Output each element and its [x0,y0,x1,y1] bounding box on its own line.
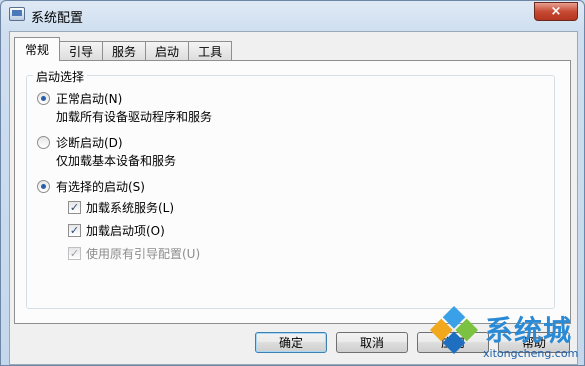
normal-startup-label: 正常启动(N) [56,92,123,106]
app-icon [9,7,25,21]
startup-selection-legend: 启动选择 [33,68,88,85]
ok-button[interactable]: 确定 [255,332,327,353]
radio-selected-icon[interactable] [37,92,50,105]
diagnostic-startup-label: 诊断启动(D) [56,136,123,150]
window-title: 系统配置 [31,11,84,26]
tab-startup[interactable]: 启动 [145,41,190,61]
radio-selected-icon[interactable] [37,180,50,193]
title-bar[interactable]: 系统配置 × [1,1,584,29]
load-system-services-label: 加载系统服务(L) [86,201,175,215]
load-startup-items-checkbox[interactable]: ✓ 加载启动项(O) [68,222,165,239]
tab-strip: 常规 引导 服务 启动 工具 [14,37,233,61]
diagnostic-startup-description: 仅加载基本设备和服务 [56,154,177,168]
checkbox-checked-disabled-icon: ✓ [68,247,81,260]
close-button[interactable]: × [534,2,578,21]
load-startup-items-label: 加载启动项(O) [86,224,165,238]
xitongcheng-logo-icon [429,305,479,355]
tab-general[interactable]: 常规 [14,37,61,61]
startup-selection-group: 启动选择 正常启动(N) 加载所有设备驱动程序和服务 诊断启动(D) 仅加载基本… [26,68,555,309]
radio-unselected-icon[interactable] [37,136,50,149]
checkbox-checked-icon[interactable]: ✓ [68,201,81,214]
use-original-boot-config-checkbox: ✓ 使用原有引导配置(U) [68,245,200,262]
normal-startup-description: 加载所有设备驱动程序和服务 [56,110,213,124]
cancel-button[interactable]: 取消 [336,332,408,353]
tab-services[interactable]: 服务 [102,41,147,61]
checkbox-checked-icon[interactable]: ✓ [68,224,81,237]
xitongcheng-watermark: 系统城 xitongcheng.com [423,303,585,366]
use-original-boot-config-label: 使用原有引导配置(U) [86,247,201,261]
load-system-services-checkbox[interactable]: ✓ 加载系统服务(L) [68,199,174,216]
normal-startup-radio[interactable]: 正常启动(N) [37,90,122,107]
tab-boot[interactable]: 引导 [59,41,104,61]
general-tab-panel: 启动选择 正常启动(N) 加载所有设备驱动程序和服务 诊断启动(D) 仅加载基本… [14,60,571,324]
watermark-name: 系统城 [485,314,573,347]
selective-startup-label: 有选择的启动(S) [56,180,145,194]
watermark-url: xitongcheng.com [483,347,579,360]
system-config-window: 系统配置 × 常规 引导 服务 启动 工具 启动选择 正常启动(N) 加载所有设… [0,0,585,366]
selective-startup-radio[interactable]: 有选择的启动(S) [37,178,145,195]
diagnostic-startup-radio[interactable]: 诊断启动(D) [37,134,123,151]
tab-tools[interactable]: 工具 [188,41,233,61]
